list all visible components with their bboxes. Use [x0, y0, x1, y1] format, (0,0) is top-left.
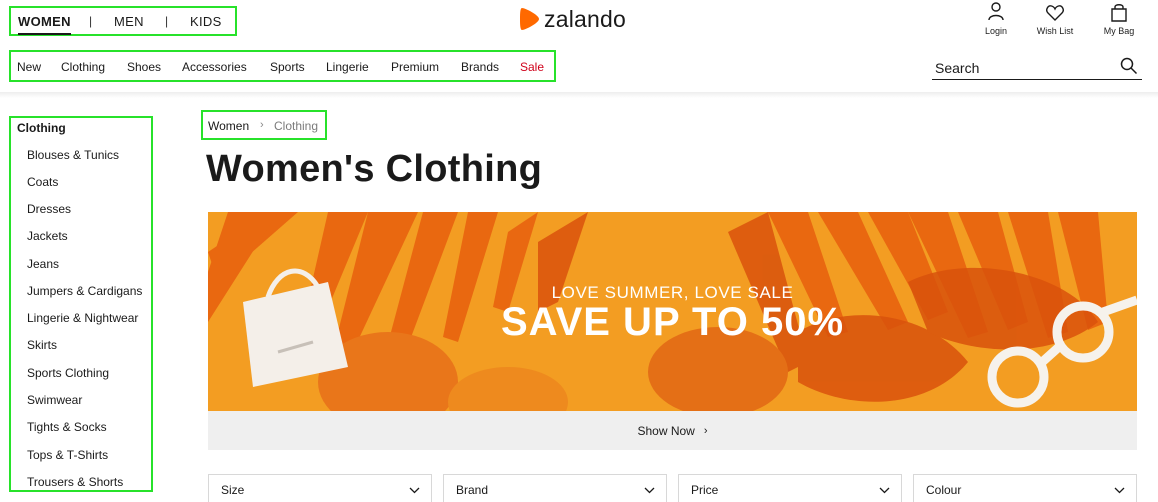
chevron-down-icon	[644, 487, 655, 494]
bag-label: My Bag	[1103, 26, 1135, 36]
wishlist-label: Wish List	[1036, 26, 1074, 36]
show-now-label: Show Now	[637, 423, 695, 438]
zalando-logo-icon	[520, 8, 539, 30]
category-new[interactable]: New	[17, 60, 41, 74]
sidebar-item-skirts[interactable]: Skirts	[27, 338, 57, 352]
show-now-button[interactable]: Show Now ›	[208, 411, 1137, 450]
sidebar-item-jeans[interactable]: Jeans	[27, 257, 59, 271]
gender-nav: WOMEN | MEN | KIDS	[9, 6, 237, 36]
banner-headline: SAVE UP TO 50%	[500, 300, 845, 344]
chevron-right-icon: ›	[703, 424, 708, 437]
sidebar-item-lingerie[interactable]: Lingerie & Nightwear	[27, 311, 138, 325]
zalando-logo[interactable]: zalando	[519, 5, 626, 33]
filter-size-label: Size	[221, 483, 245, 497]
page-title: Women's Clothing	[206, 148, 543, 190]
search-placeholder: Search	[935, 60, 980, 76]
breadcrumb-clothing: Clothing	[274, 119, 319, 133]
sidebar: Clothing Blouses & Tunics Coats Dresses …	[9, 116, 153, 492]
sidebar-item-jackets[interactable]: Jackets	[27, 229, 68, 243]
promo-banner[interactable]: LOVE SUMMER, LOVE SALE SAVE UP TO 50%	[208, 212, 1137, 411]
sidebar-item-swimwear[interactable]: Swimwear	[27, 393, 82, 407]
chevron-down-icon	[879, 487, 890, 494]
brand-name: zalando	[544, 5, 626, 32]
gender-tab-men[interactable]: MEN	[114, 14, 144, 29]
category-accessories[interactable]: Accessories	[182, 60, 247, 74]
filter-price[interactable]: Price	[678, 474, 902, 502]
category-sports[interactable]: Sports	[270, 60, 305, 74]
sidebar-item-coats[interactable]: Coats	[27, 175, 58, 189]
gender-separator: |	[165, 14, 169, 28]
filter-colour[interactable]: Colour	[913, 474, 1137, 502]
filter-colour-label: Colour	[926, 483, 962, 497]
wishlist-button[interactable]: Wish List	[1030, 0, 1080, 36]
heart-icon	[1046, 5, 1064, 21]
shopping-bag-icon	[1111, 4, 1127, 22]
user-icon	[988, 2, 1004, 21]
login-button[interactable]: Login	[981, 0, 1011, 36]
search-icon[interactable]	[1120, 57, 1138, 75]
filter-size[interactable]: Size	[208, 474, 432, 502]
sidebar-item-tops[interactable]: Tops & T-Shirts	[27, 448, 108, 462]
sidebar-item-tights[interactable]: Tights & Socks	[27, 420, 107, 434]
login-label: Login	[984, 26, 1008, 36]
category-lingerie[interactable]: Lingerie	[326, 60, 369, 74]
chevron-down-icon	[1114, 487, 1125, 494]
search-input[interactable]: Search	[932, 54, 1142, 80]
sidebar-item-jumpers[interactable]: Jumpers & Cardigans	[27, 284, 142, 298]
category-clothing[interactable]: Clothing	[61, 60, 105, 74]
filter-brand-label: Brand	[456, 483, 489, 497]
gender-tab-kids[interactable]: KIDS	[190, 14, 222, 29]
filter-price-label: Price	[691, 483, 719, 497]
bag-button[interactable]: My Bag	[1098, 0, 1140, 36]
sidebar-heading[interactable]: Clothing	[17, 121, 66, 135]
gender-tab-women[interactable]: WOMEN	[18, 14, 71, 35]
category-brands[interactable]: Brands	[461, 60, 499, 74]
breadcrumb-chevron-icon: ›	[260, 119, 264, 131]
sidebar-item-trousers[interactable]: Trousers & Shorts	[27, 475, 123, 489]
breadcrumb-women[interactable]: Women	[208, 119, 249, 133]
filter-brand[interactable]: Brand	[443, 474, 667, 502]
gender-separator: |	[89, 14, 93, 28]
category-shoes[interactable]: Shoes	[127, 60, 161, 74]
category-sale[interactable]: Sale	[520, 60, 544, 74]
category-nav: New Clothing Shoes Accessories Sports Li…	[9, 50, 556, 82]
sidebar-item-sports[interactable]: Sports Clothing	[27, 366, 109, 380]
sidebar-item-blouses[interactable]: Blouses & Tunics	[27, 148, 119, 162]
sidebar-item-dresses[interactable]: Dresses	[27, 202, 71, 216]
category-premium[interactable]: Premium	[391, 60, 439, 74]
header-shadow	[0, 92, 1158, 98]
breadcrumb: Women › Clothing	[201, 110, 327, 140]
chevron-down-icon	[409, 487, 420, 494]
